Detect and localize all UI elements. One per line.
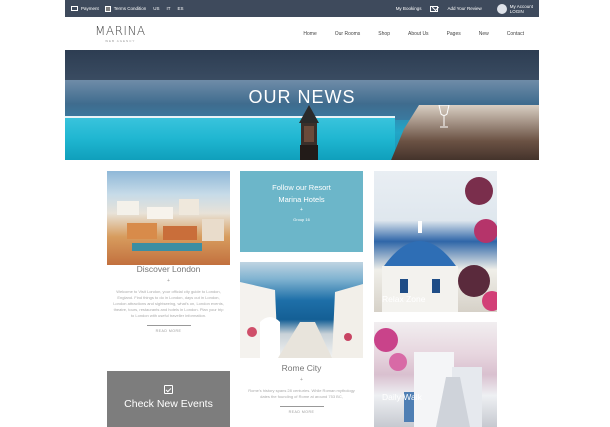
lang-us[interactable]: US [153, 6, 159, 11]
nav-shop[interactable]: Shop [369, 31, 399, 37]
rome-read-more-link[interactable]: READ MORE [279, 406, 324, 414]
daily-walk-label: Daily Walk [382, 392, 422, 402]
rome-plus: + [300, 377, 303, 383]
account-label: My Account [509, 3, 533, 9]
wine-glass-image [438, 105, 450, 128]
discover-read-more-link[interactable]: READ MORE [146, 325, 191, 333]
discover-london-body: Welcome to Visit London, your official c… [113, 289, 224, 318]
discover-london-title[interactable]: Discover London [107, 264, 230, 274]
payment-link[interactable]: Payment [71, 6, 99, 11]
top-bar: Payment Terms Condition US IT ES My Book… [65, 0, 539, 17]
relax-zone-card[interactable]: Relax Zone [374, 171, 497, 312]
follow-plus: + [300, 207, 303, 213]
daily-walk-image [374, 322, 497, 427]
logo[interactable]: MARINA WEB AGENCY [95, 24, 146, 43]
page-title: OUR NEWS [248, 87, 356, 107]
follow-group-label: Group 16 [293, 217, 310, 222]
login-label: LOGIN [509, 8, 524, 14]
nav-new[interactable]: New [470, 31, 498, 37]
checkbox-icon [104, 5, 111, 12]
nav-pages[interactable]: Pages [438, 31, 470, 37]
daily-walk-card[interactable]: Daily Walk [374, 322, 497, 427]
nav-home[interactable]: Home [294, 31, 325, 37]
nav-contact[interactable]: Contact [498, 31, 533, 37]
logo-subtitle: WEB AGENCY [105, 39, 136, 43]
news-card-rome-city: Rome City + Rome's history spans 28 cent… [240, 262, 363, 427]
hero-pool [65, 118, 395, 160]
rome-image[interactable] [240, 262, 363, 358]
relax-zone-image [374, 171, 497, 312]
calendar-check-icon [164, 385, 173, 394]
nav-our-rooms[interactable]: Our Rooms [326, 31, 370, 37]
nav-about-us[interactable]: About Us [399, 31, 438, 37]
main-nav: Home Our Rooms Shop About Us Pages New C… [294, 31, 533, 37]
follow-title-line2: Marina Hotels [278, 195, 325, 204]
add-review-link[interactable]: Add Your Review [447, 6, 481, 11]
relax-zone-label: Relax Zone [382, 294, 426, 304]
lantern-image [299, 105, 319, 160]
rome-city-body: Rome's history spans 28 centuries. While… [248, 388, 355, 399]
logo-text: MARINA [95, 24, 146, 38]
news-card-discover-london: Discover London + Welcome to Visit Londo… [107, 171, 230, 361]
london-image[interactable] [107, 171, 230, 265]
lang-it[interactable]: IT [167, 6, 171, 11]
rome-city-title[interactable]: Rome City [240, 363, 363, 373]
credit-card-icon [71, 6, 78, 11]
follow-resort-card[interactable]: Follow our Resort Marina Hotels + Group … [240, 171, 363, 252]
payment-label: Payment [81, 6, 99, 11]
follow-title-line1: Follow our Resort [272, 183, 331, 192]
terms-label: Terms Condition [113, 6, 147, 11]
account-link[interactable]: My Account LOGIN [496, 3, 533, 14]
lang-es[interactable]: ES [178, 6, 184, 11]
my-bookings-link[interactable]: My Bookings [396, 6, 422, 11]
check-new-events-title: Check New Events [124, 398, 213, 410]
check-new-events-card[interactable]: Check New Events [107, 371, 230, 427]
hero-banner: OUR NEWS [65, 50, 539, 160]
envelope-icon[interactable] [430, 5, 439, 12]
terms-link[interactable]: Terms Condition [104, 5, 147, 12]
avatar [496, 3, 507, 14]
discover-plus: + [167, 278, 170, 284]
site-header: MARINA WEB AGENCY Home Our Rooms Shop Ab… [65, 17, 539, 50]
